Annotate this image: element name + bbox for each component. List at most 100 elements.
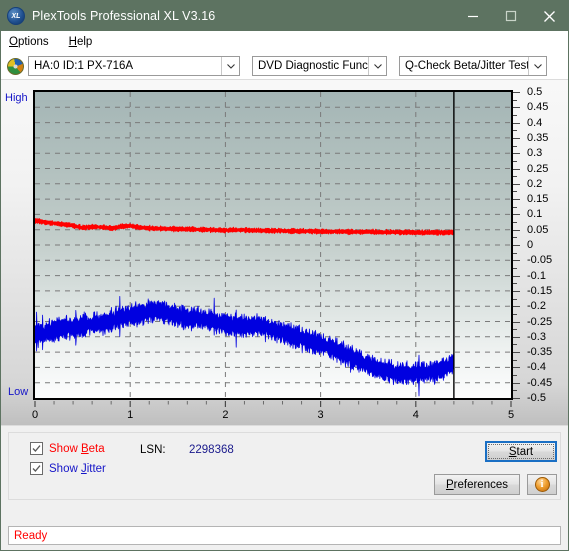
y-minor-tick-mark <box>513 114 517 116</box>
info-icon: i <box>534 477 550 492</box>
y-tick-mark <box>513 199 520 201</box>
menu-item-help[interactable]: Help <box>69 36 93 48</box>
y-minor-tick-mark <box>513 267 517 269</box>
status-text: Ready <box>14 529 48 542</box>
y-tick-mark <box>513 352 520 354</box>
y-tick-label: -0.05 <box>527 254 553 267</box>
x-tick-label: 3 <box>317 409 324 421</box>
axis-label-high: High <box>5 92 28 104</box>
y-minor-tick-mark <box>513 99 517 101</box>
y-tick-mark <box>513 306 520 308</box>
y-tick-label: -0.35 <box>527 346 553 359</box>
chart-panel: High Low 0 1 2 3 4 5 0.5 0.45 0.4 0.35 0.3 0.25 0.2… <box>1 79 568 425</box>
show-beta-checkbox[interactable] <box>30 442 43 455</box>
window-title: PlexTools Professional XL V3.16 <box>32 9 216 23</box>
status-bar: Ready <box>8 526 561 545</box>
y-minor-tick-mark <box>513 390 517 392</box>
menu-item-options[interactable]: Options <box>9 36 49 48</box>
preferences-button[interactable]: Preferences <box>434 474 520 495</box>
y-minor-tick-mark <box>513 359 517 361</box>
y-minor-tick-mark <box>513 191 517 193</box>
menu-bar: Options Help <box>1 31 568 53</box>
drive-select[interactable]: HA:0 ID:1 PX-716A <box>28 56 240 76</box>
y-tick-mark <box>513 137 520 139</box>
y-tick-mark <box>513 168 520 170</box>
y-minor-tick-mark <box>513 344 517 346</box>
y-minor-tick-mark <box>513 130 517 132</box>
maximize-icon[interactable] <box>492 1 530 31</box>
y-tick-label: 0.25 <box>527 162 549 175</box>
y-tick-label: -0.1 <box>527 269 546 282</box>
y-minor-tick-mark <box>513 298 517 300</box>
y-tick-mark <box>513 367 520 369</box>
preferences-button-label: Preferences <box>445 478 508 491</box>
minimize-icon[interactable] <box>454 1 492 31</box>
start-button-label: Start <box>488 444 554 459</box>
y-tick-label: 0.3 <box>527 147 543 160</box>
y-tick-label: -0.5 <box>527 392 546 404</box>
axis-label-low: Low <box>8 386 29 398</box>
show-jitter-checkbox[interactable] <box>30 462 43 475</box>
y-tick-mark <box>513 275 520 277</box>
y-tick-label: 0.15 <box>527 193 549 206</box>
y-tick-label: -0.25 <box>527 315 553 328</box>
y-tick-mark <box>513 107 520 109</box>
y-tick-label: 0.2 <box>527 177 543 190</box>
x-tick-label: 5 <box>507 409 515 421</box>
y-tick-mark <box>513 382 520 384</box>
lsn-value: 2298368 <box>189 444 234 456</box>
y-tick-label: 0.5 <box>527 86 543 98</box>
y-minor-tick-mark <box>513 145 517 147</box>
y-minor-tick-mark <box>513 329 517 331</box>
y-tick-label: 0.4 <box>527 116 543 129</box>
y-tick-mark <box>513 122 520 124</box>
y-tick-mark <box>513 214 520 216</box>
y-minor-tick-mark <box>513 252 517 254</box>
chevron-down-icon[interactable] <box>221 57 239 75</box>
y-tick-mark <box>513 260 520 262</box>
y-tick-mark <box>513 92 520 93</box>
y-tick-label: 0.35 <box>527 131 549 144</box>
test-select[interactable]: Q-Check Beta/Jitter Test <box>399 56 547 76</box>
optical-disc-icon <box>7 57 24 75</box>
y-minor-tick-mark <box>513 160 517 162</box>
x-tick-label: 2 <box>222 409 229 421</box>
y-minor-tick-mark <box>513 375 517 377</box>
show-jitter-row[interactable]: Show Jitter <box>30 462 106 475</box>
lsn-label: LSN: <box>140 444 166 456</box>
y-tick-mark <box>513 153 520 155</box>
function-select[interactable]: DVD Diagnostic Functions <box>252 56 387 76</box>
y-tick-mark <box>513 245 520 246</box>
x-tick-label: 1 <box>127 409 134 421</box>
info-button[interactable]: i <box>527 474 557 495</box>
y-tick-mark <box>513 229 520 231</box>
y-minor-tick-mark <box>513 222 517 224</box>
y-minor-tick-mark <box>513 283 517 285</box>
x-axis: 0 1 2 3 4 5 <box>31 400 515 424</box>
y-tick-label: 0.05 <box>527 223 549 236</box>
y-tick-label: -0.15 <box>527 284 553 297</box>
plot-canvas <box>35 92 511 398</box>
window-controls <box>454 1 568 31</box>
chevron-down-icon[interactable] <box>368 57 386 75</box>
y-tick-label: -0.4 <box>527 361 546 374</box>
y-tick-mark <box>513 321 520 323</box>
x-tick-label: 4 <box>412 409 419 421</box>
close-icon[interactable] <box>530 1 568 31</box>
show-beta-row[interactable]: Show Beta <box>30 442 105 455</box>
x-tick-label: 0 <box>31 409 39 421</box>
y-tick-label: -0.2 <box>527 300 546 313</box>
plot-area <box>33 90 513 400</box>
chevron-down-icon[interactable] <box>528 57 546 75</box>
function-select-value: DVD Diagnostic Functions <box>258 60 386 72</box>
test-select-value: Q-Check Beta/Jitter Test <box>405 60 530 72</box>
y-tick-label: -0.3 <box>527 330 546 343</box>
show-beta-label: Show Beta <box>49 442 105 455</box>
controls-panel: Show Beta Show Jitter LSN: 2298368 Start… <box>1 425 568 550</box>
y-minor-tick-mark <box>513 206 517 208</box>
y-tick-label: 0.1 <box>527 208 543 221</box>
start-button[interactable]: Start <box>485 441 557 462</box>
y-tick-label: -0.45 <box>527 376 553 389</box>
y-tick-mark <box>513 290 520 292</box>
y-minor-tick-mark <box>513 237 517 239</box>
